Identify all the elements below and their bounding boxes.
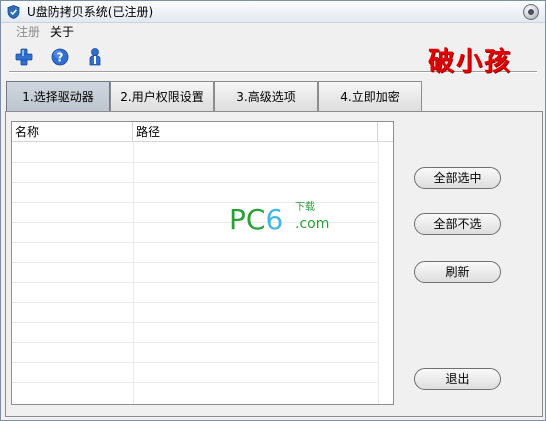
- menu-bar: 注册 关于: [1, 23, 545, 41]
- column-header-name[interactable]: 名称: [12, 122, 133, 142]
- menu-register[interactable]: 注册: [16, 25, 40, 39]
- grid-row-line: [12, 382, 378, 383]
- title-bar: U盘防拷贝系统(已注册): [1, 1, 545, 23]
- list-header: 名称 路径: [12, 122, 393, 142]
- svg-text:?: ?: [57, 51, 64, 65]
- watermark-com: .com: [295, 216, 330, 232]
- tab-select-drive[interactable]: 1.选择驱动器: [6, 81, 110, 112]
- site-watermark: PC6 下载 .com: [229, 202, 339, 244]
- column-header-filler: [378, 122, 393, 142]
- column-header-path[interactable]: 路径: [133, 122, 378, 142]
- user-icon[interactable]: [85, 47, 105, 67]
- refresh-button[interactable]: 刷新: [414, 261, 501, 283]
- grid-row-line: [12, 262, 378, 263]
- shield-icon: [7, 5, 20, 19]
- grid-row-line: [12, 302, 378, 303]
- menu-about[interactable]: 关于: [50, 25, 74, 39]
- watermark-sub: 下载: [295, 202, 315, 213]
- select-all-button[interactable]: 全部选中: [414, 167, 501, 189]
- app-window: U盘防拷贝系统(已注册) 注册 关于 ? 破小孩 1.选择驱动器 2.用户权限设…: [0, 0, 546, 421]
- grid-row-line: [12, 182, 378, 183]
- deselect-all-button[interactable]: 全部不选: [414, 213, 501, 235]
- brand-logo: 破小孩: [428, 47, 513, 77]
- plus-icon[interactable]: [14, 47, 34, 67]
- tab-user-permissions[interactable]: 2.用户权限设置: [110, 81, 214, 112]
- tab-panel: 名称 路径 PC6 下载 .com 全部选中 全部不选 刷新 退出: [5, 111, 543, 417]
- grid-row-line: [12, 282, 378, 283]
- grid-row-line: [12, 342, 378, 343]
- window-close-button[interactable]: [523, 4, 539, 20]
- help-icon[interactable]: ?: [50, 47, 70, 67]
- grid-column-line: [378, 142, 379, 404]
- window-title: U盘防拷贝系统(已注册): [27, 5, 154, 19]
- grid-row-line: [12, 202, 378, 203]
- grid-row-line: [12, 162, 378, 163]
- tab-encrypt-now[interactable]: 4.立即加密: [318, 81, 422, 112]
- exit-button[interactable]: 退出: [414, 368, 501, 390]
- tab-advanced-options[interactable]: 3.高级选项: [214, 81, 318, 112]
- grid-row-line: [12, 362, 378, 363]
- watermark-pc: PC6: [229, 203, 284, 236]
- drive-list[interactable]: 名称 路径 PC6 下载 .com: [11, 121, 394, 405]
- grid-row-line: [12, 322, 378, 323]
